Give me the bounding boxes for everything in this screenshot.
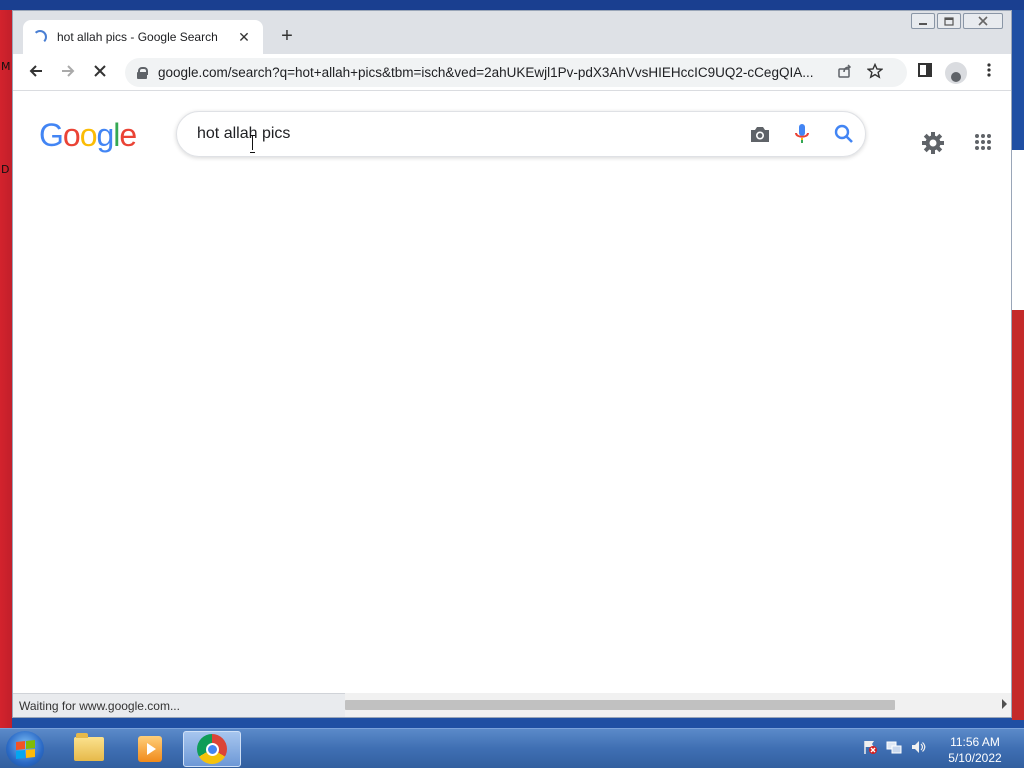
logo-letter: o <box>62 117 81 153</box>
desktop-right-panel <box>1012 150 1024 310</box>
share-icon[interactable] <box>830 63 860 83</box>
address-bar[interactable]: google.com/search?q=hot+allah+pics&tbm=i… <box>125 58 907 87</box>
gear-icon <box>922 132 944 154</box>
desktop-icon-label-d[interactable]: D <box>1 163 9 176</box>
system-clock[interactable]: 11:56 AM 5/10/2022 <box>940 734 1010 766</box>
system-tray <box>862 739 926 755</box>
profile-button[interactable] <box>945 62 969 84</box>
side-panel-button[interactable] <box>913 62 937 84</box>
microphone-icon[interactable] <box>781 123 823 145</box>
browser-window: hot allah pics - Google Search ✕ + googl… <box>12 10 1012 718</box>
browser-tab[interactable]: hot allah pics - Google Search ✕ <box>23 20 263 54</box>
page-content: Google hot allah pics <box>13 91 1011 693</box>
profile-avatar-icon <box>945 62 967 84</box>
action-center-flag-icon[interactable] <box>862 739 878 755</box>
close-window-button[interactable] <box>963 13 1003 29</box>
clock-time: 11:56 AM <box>950 735 1000 749</box>
maximize-button[interactable] <box>937 13 961 29</box>
url-text[interactable]: google.com/search?q=hot+allah+pics&tbm=i… <box>158 65 830 80</box>
clock-date: 5/10/2022 <box>948 751 1002 765</box>
desktop-icon-label-m[interactable]: M <box>1 60 11 73</box>
taskbar: 11:56 AM 5/10/2022 <box>0 728 1024 768</box>
side-panel-icon <box>918 63 932 77</box>
folder-icon <box>74 733 104 761</box>
logo-letter: G <box>39 117 64 153</box>
tab-title: hot allah pics - Google Search <box>57 30 218 44</box>
stop-loading-button[interactable] <box>89 62 111 84</box>
windows-logo-icon <box>15 739 35 759</box>
desktop-top-stripe <box>0 0 1024 10</box>
close-icon <box>978 16 988 26</box>
settings-button[interactable] <box>921 131 945 160</box>
media-player-icon <box>138 736 162 762</box>
logo-letter: e <box>119 117 137 153</box>
window-controls <box>911 13 1003 29</box>
title-bar: hot allah pics - Google Search ✕ + <box>13 11 1011 54</box>
back-arrow-icon <box>29 65 42 77</box>
horizontal-scrollbar[interactable] <box>345 693 1011 717</box>
start-button[interactable] <box>6 731 44 767</box>
forward-button[interactable] <box>57 62 79 84</box>
taskbar-media-player[interactable] <box>121 731 179 767</box>
search-box[interactable]: hot allah pics <box>176 111 866 157</box>
forward-arrow-icon <box>62 65 75 77</box>
new-tab-button[interactable]: + <box>275 25 299 49</box>
tab-close-icon[interactable]: ✕ <box>235 29 253 46</box>
browser-menu-button[interactable] <box>977 62 1001 84</box>
scroll-right-arrow-icon[interactable] <box>1002 699 1007 709</box>
search-icon[interactable] <box>823 124 865 144</box>
chrome-icon <box>197 734 227 764</box>
logo-letter: o <box>79 117 98 153</box>
minimize-icon <box>919 23 927 25</box>
google-logo[interactable]: Google <box>39 117 137 154</box>
volume-icon[interactable] <box>910 739 926 755</box>
taskbar-chrome[interactable] <box>183 731 241 767</box>
search-input[interactable]: hot allah pics <box>197 125 739 143</box>
browser-toolbar: google.com/search?q=hot+allah+pics&tbm=i… <box>13 54 1011 91</box>
scrollbar-thumb[interactable] <box>345 700 895 710</box>
status-bar: Waiting for www.google.com... <box>13 693 345 717</box>
kebab-menu-icon <box>987 63 991 77</box>
google-apps-icon[interactable] <box>975 134 991 150</box>
text-cursor-icon <box>250 135 256 153</box>
taskbar-explorer[interactable] <box>60 731 118 767</box>
minimize-button[interactable] <box>911 13 935 29</box>
camera-search-icon[interactable] <box>739 124 781 144</box>
lock-icon[interactable] <box>137 67 148 79</box>
stop-icon <box>94 65 106 77</box>
network-icon[interactable] <box>886 739 902 755</box>
desktop-right-panel-red <box>1012 310 1024 720</box>
back-button[interactable] <box>25 62 47 84</box>
loading-spinner-icon <box>33 30 47 44</box>
bookmark-star-icon[interactable] <box>860 62 890 83</box>
logo-letter: g <box>96 117 114 153</box>
restore-icon <box>944 17 954 26</box>
